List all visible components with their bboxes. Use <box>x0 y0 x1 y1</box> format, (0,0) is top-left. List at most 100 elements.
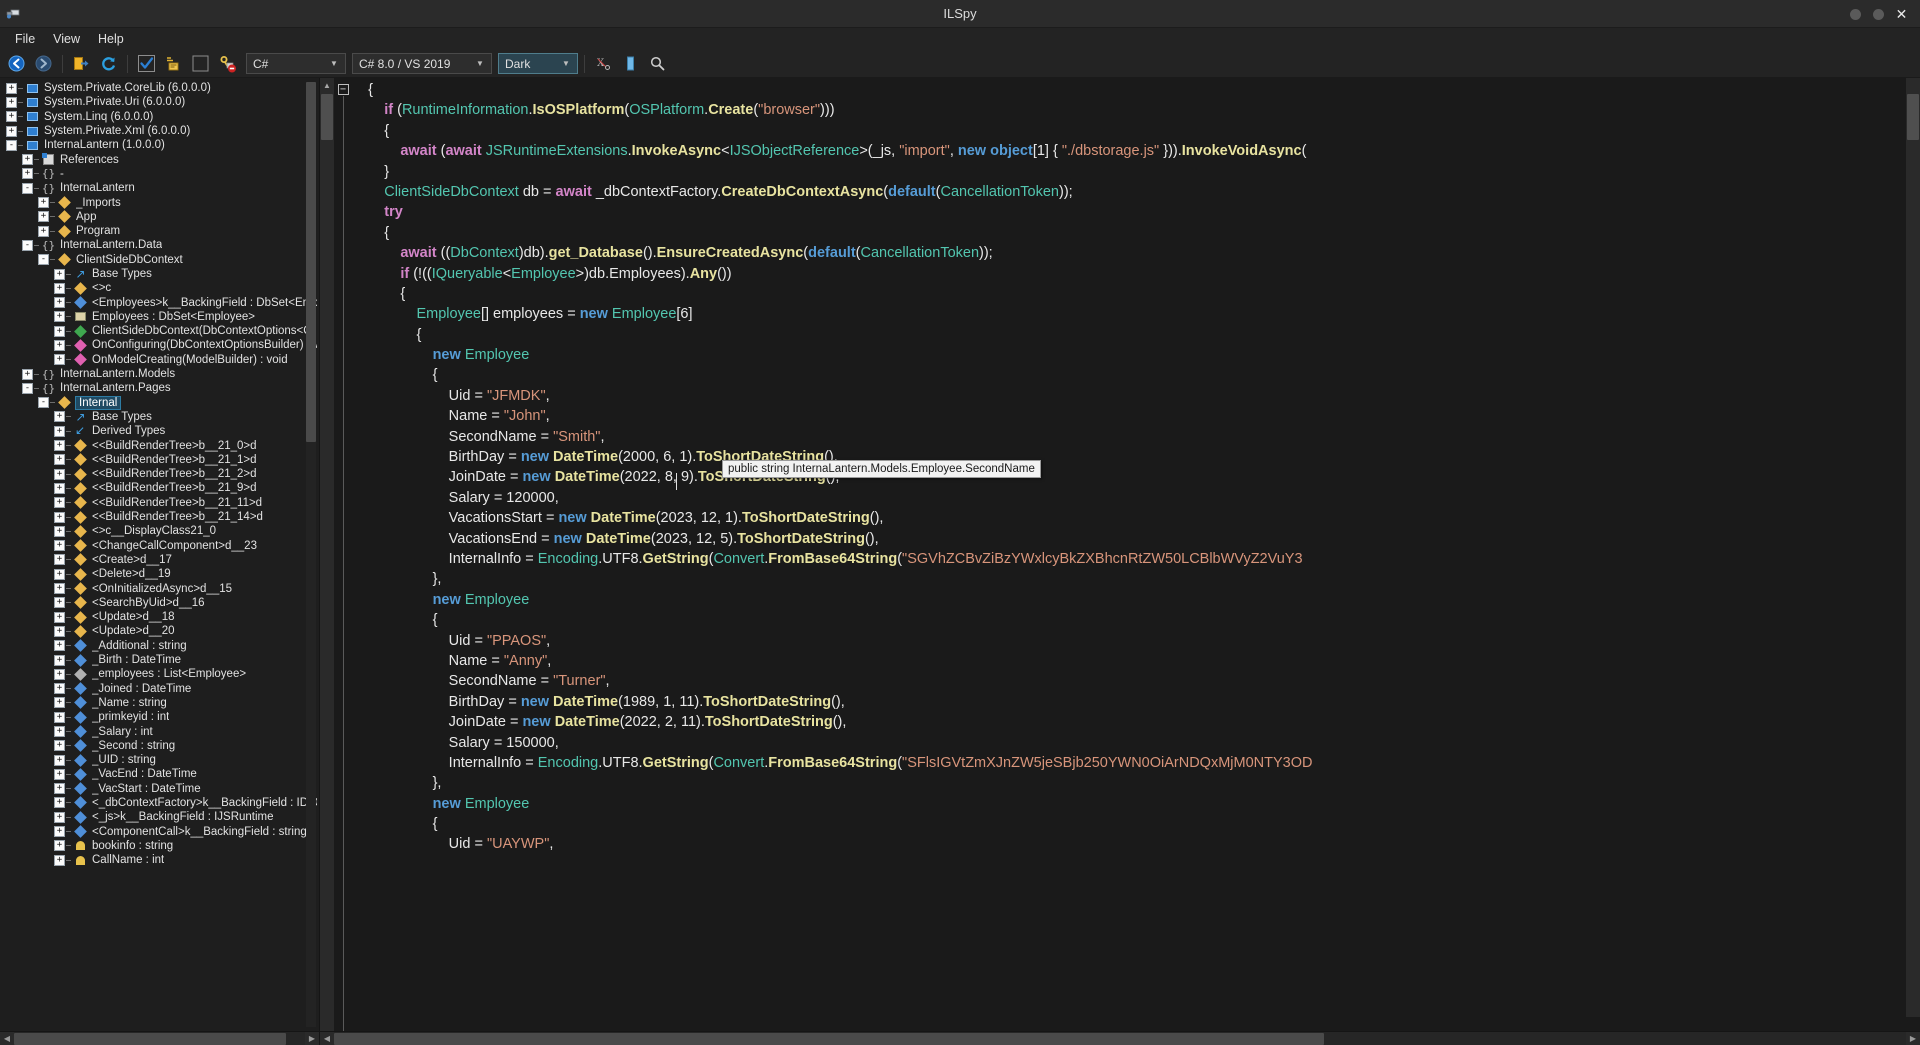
tree-expander[interactable]: + <box>54 568 65 580</box>
tree-item[interactable]: + _VacEnd : DateTime <box>0 767 319 781</box>
tree-item[interactable]: - Internal <box>0 395 319 410</box>
tree-hscroll-thumb[interactable] <box>14 1032 286 1045</box>
tree-expander[interactable]: + <box>54 826 65 838</box>
tree-item[interactable]: + System.Private.CoreLib (6.0.0.0) <box>0 81 319 95</box>
tree-item[interactable]: + <ChangeCallComponent>d__23 <box>0 539 319 553</box>
tree-item[interactable]: + _primkeyid : int <box>0 710 319 724</box>
key-no-entry-icon[interactable] <box>215 52 240 76</box>
tree-item[interactable]: + <Create>d__17 <box>0 553 319 567</box>
tree-expander[interactable]: + <box>54 854 65 866</box>
tree-item[interactable]: + _Name : string <box>0 696 319 710</box>
tree-expander[interactable]: + <box>54 482 65 494</box>
tree-item[interactable]: + _Joined : DateTime <box>0 681 319 695</box>
tree-item[interactable]: + <ComponentCall>k__BackingField : string <box>0 824 319 838</box>
tree-item[interactable]: -{} InternaLantern.Pages <box>0 381 319 395</box>
tree-expander[interactable]: + <box>54 297 65 309</box>
tree-expander[interactable]: - <box>22 382 33 394</box>
code-hscroll-thumb[interactable] <box>334 1032 1324 1045</box>
minimize-button[interactable] <box>1849 8 1862 21</box>
tree-horizontal-scrollbar[interactable]: ◀ ▶ <box>0 1031 319 1045</box>
tree-item[interactable]: + ↗ Derived Types <box>0 424 319 438</box>
tree-expander[interactable]: + <box>54 268 65 280</box>
sort-icon[interactable] <box>161 52 186 76</box>
tree-expander[interactable]: + <box>54 768 65 780</box>
tree-item[interactable]: + <<BuildRenderTree>b__21_1>d <box>0 453 319 467</box>
tree-expander[interactable]: + <box>54 425 65 437</box>
tree-expander[interactable]: + <box>54 668 65 680</box>
tree-item[interactable]: + <Employees>k__BackingField : DbSet<Emp <box>0 295 319 309</box>
menu-view[interactable]: View <box>44 30 89 48</box>
tree-item[interactable]: + _UID : string <box>0 753 319 767</box>
tree-item[interactable]: + _VacStart : DateTime <box>0 782 319 796</box>
tree-expander[interactable]: + <box>54 282 65 294</box>
tree-expander[interactable]: + <box>54 583 65 595</box>
tree-expander[interactable]: + <box>54 440 65 452</box>
tree-item[interactable]: + bookinfo : string <box>0 839 319 853</box>
tree-expander[interactable]: - <box>22 239 33 251</box>
forward-arrow-icon[interactable] <box>31 52 56 76</box>
tree-expander[interactable]: + <box>54 697 65 709</box>
tree-expander[interactable]: + <box>54 339 65 351</box>
tree-expander[interactable]: + <box>54 797 65 809</box>
tree-expander[interactable]: + <box>6 111 17 123</box>
tree-item[interactable]: + OnConfiguring(DbContextOptionsBuilder) … <box>0 338 319 352</box>
tree-expander[interactable]: + <box>6 82 17 94</box>
tree-expander[interactable]: + <box>38 211 49 223</box>
tree-expander[interactable]: + <box>54 354 65 366</box>
search-magnifier-icon[interactable] <box>645 52 670 76</box>
tree-expander[interactable]: + <box>54 654 65 666</box>
tree-expander[interactable]: + <box>54 711 65 723</box>
tree-expander[interactable]: + <box>38 225 49 237</box>
tree-item[interactable]: + _Birth : DateTime <box>0 653 319 667</box>
checked-box-icon[interactable] <box>134 52 159 76</box>
code-right-scroll-thumb[interactable] <box>1907 94 1919 140</box>
assembly-tree[interactable]: + System.Private.CoreLib (6.0.0.0) + System… <box>0 78 319 1031</box>
tree-item[interactable]: + <<BuildRenderTree>b__21_0>d <box>0 438 319 452</box>
scroll-left-icon[interactable]: ◀ <box>320 1032 334 1045</box>
tree-item[interactable]: + <>c <box>0 281 319 295</box>
scroll-up-icon[interactable]: ▲ <box>320 78 334 92</box>
tree-expander[interactable]: + <box>54 640 65 652</box>
tree-expander[interactable]: + <box>6 96 17 108</box>
code-left-scrollbar[interactable]: ▲ <box>320 78 334 1031</box>
tree-expander[interactable]: + <box>6 125 17 137</box>
tree-item[interactable]: + ClientSideDbContext(DbContextOptions<Cl… <box>0 324 319 338</box>
tree-item[interactable]: -{} InternaLantern.Data <box>0 238 319 252</box>
tree-item[interactable]: + System.Private.Xml (6.0.0.0) <box>0 124 319 138</box>
tree-item[interactable]: + <<BuildRenderTree>b__21_2>d <box>0 467 319 481</box>
tree-item[interactable]: + CallName : int <box>0 853 319 867</box>
tree-item[interactable]: + <Delete>d__19 <box>0 567 319 581</box>
tree-item[interactable]: - ClientSideDbContext <box>0 253 319 267</box>
tree-item[interactable]: + Program <box>0 224 319 238</box>
tree-item[interactable]: + ↗ Base Types <box>0 410 319 424</box>
tree-expander[interactable]: + <box>54 611 65 623</box>
tree-item[interactable]: + <<BuildRenderTree>b__21_14>d <box>0 510 319 524</box>
tree-item[interactable]: + {} InternaLantern.Models <box>0 367 319 381</box>
tree-item[interactable]: + <SearchByUid>d__16 <box>0 596 319 610</box>
open-folder-icon[interactable] <box>69 52 94 76</box>
tree-vertical-scroll-thumb[interactable] <box>306 82 316 442</box>
menu-help[interactable]: Help <box>89 30 133 48</box>
tree-item[interactable]: + _employees : List<Employee> <box>0 667 319 681</box>
close-button[interactable]: ✕ <box>1895 7 1908 21</box>
tree-item[interactable]: + <<BuildRenderTree>b__21_9>d <box>0 481 319 495</box>
document-icon[interactable] <box>618 52 643 76</box>
tree-expander[interactable]: + <box>22 168 33 180</box>
tree-item[interactable]: + ↗ Base Types <box>0 267 319 281</box>
tree-item[interactable]: + System.Linq (6.0.0.0) <box>0 110 319 124</box>
tree-expander[interactable]: - <box>6 139 17 151</box>
theme-combo[interactable]: Dark ▼ <box>498 53 578 74</box>
tree-expander[interactable]: + <box>54 540 65 552</box>
tree-expander[interactable]: + <box>54 811 65 823</box>
scroll-left-icon[interactable]: ◀ <box>0 1032 14 1045</box>
tree-item[interactable]: + _Imports <box>0 195 319 209</box>
tree-item[interactable]: + <_js>k__BackingField : IJSRuntime <box>0 810 319 824</box>
empty-box-icon[interactable] <box>188 52 213 76</box>
tree-expander[interactable]: + <box>22 154 33 166</box>
tree-expander[interactable]: - <box>22 182 33 194</box>
code-hscroll-track[interactable] <box>334 1031 1906 1045</box>
scroll-right-icon[interactable]: ▶ <box>305 1032 319 1045</box>
tree-item[interactable]: + <<BuildRenderTree>b__21_11>d <box>0 496 319 510</box>
tree-item[interactable]: + Employees : DbSet<Employee> <box>0 310 319 324</box>
tree-expander[interactable]: + <box>54 840 65 852</box>
